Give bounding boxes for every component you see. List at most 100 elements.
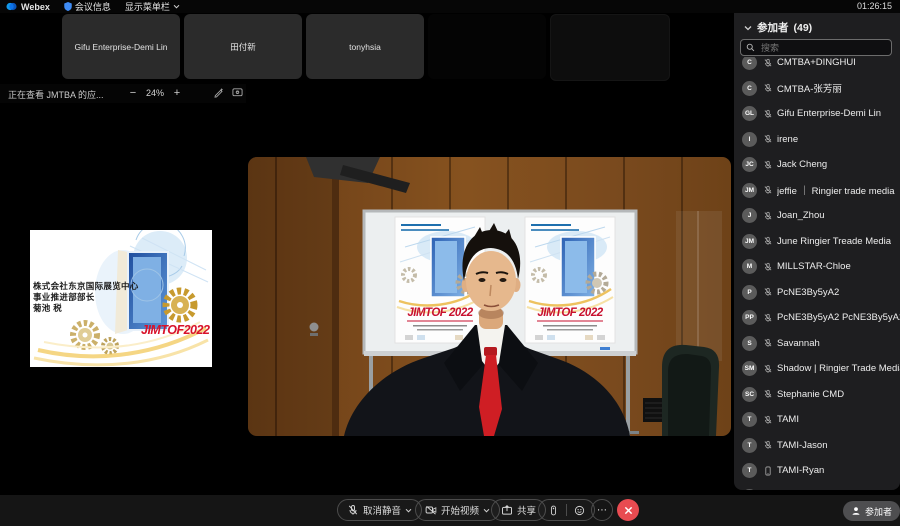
participant-avatar: JM <box>742 234 757 249</box>
participant-name: TAMI-Ryan <box>777 465 824 476</box>
mic-muted-icon <box>763 211 773 221</box>
participant-row[interactable]: J Joan_Zhou <box>734 203 900 229</box>
reactions-icon[interactable] <box>574 505 585 516</box>
participant-row[interactable] <box>734 484 900 491</box>
participant-name: jeffie ｜ Ringier trade media <box>777 183 895 197</box>
zoom-level: 24% <box>146 88 164 98</box>
webex-logo-icon <box>6 1 17 12</box>
more-options-button[interactable]: ⋯ <box>591 499 613 521</box>
participant-thumbnail[interactable]: tonyhsia <box>306 14 424 79</box>
participant-name: CMTBA+DINGHUI <box>777 57 856 68</box>
unmute-label: 取消静音 <box>363 503 401 517</box>
participant-name: Shadow | Ringier Trade Media <box>777 363 900 374</box>
participants-list-viewport[interactable]: C CMTBA+DINGHUI C <box>734 57 900 490</box>
share-label: 共享 <box>517 503 536 517</box>
participant-row[interactable]: C CMTBA+DINGHUI <box>734 57 900 76</box>
divider <box>566 504 567 516</box>
participant-name: CMTBA-张芳丽 <box>777 81 842 95</box>
participant-thumbnail[interactable]: Gifu Enterprise-Demi Lin <box>62 14 180 79</box>
extra-controls-group <box>538 499 595 521</box>
participant-thumbnail[interactable] <box>428 14 546 79</box>
mic-muted-icon <box>347 504 359 516</box>
participants-toggle-label: 参加者 <box>865 505 892 518</box>
participant-name: Gifu Enterprise-Demi Lin <box>777 108 881 119</box>
participant-name: PcNE3By5yA2 PcNE3By5yA2 <box>777 312 900 323</box>
leave-meeting-button[interactable] <box>617 499 639 521</box>
annotate-icon[interactable] <box>213 87 224 98</box>
display-options-icon[interactable] <box>232 87 243 98</box>
participant-avatar: I <box>742 132 757 147</box>
participant-name: Savannah <box>777 338 820 349</box>
participant-row[interactable]: I irene <box>734 127 900 153</box>
participant-avatar: J <box>742 208 757 223</box>
participants-title: 参加者 <box>757 20 789 35</box>
participant-name: TAMI <box>777 414 799 425</box>
participant-avatar: C <box>742 57 757 70</box>
show-menubar-button[interactable]: 显示菜单栏 <box>125 0 180 13</box>
participants-count: (49) <box>794 22 813 34</box>
chevron-down-icon <box>173 4 180 9</box>
share-screen-icon <box>501 504 513 516</box>
unmute-button[interactable]: 取消静音 <box>337 499 422 521</box>
mic-muted-icon <box>763 185 773 195</box>
participant-row[interactable]: T TAMI-Jason <box>734 433 900 459</box>
participant-row[interactable]: S Savannah <box>734 331 900 357</box>
chevron-down-icon[interactable] <box>483 508 490 513</box>
mic-muted-icon <box>763 364 773 374</box>
start-video-button[interactable]: 开始视频 <box>415 499 500 521</box>
speaker-video-frame: JIMTOF 2022 <box>248 157 731 436</box>
participant-row[interactable]: SC Stephanie CMD <box>734 382 900 408</box>
slide-text-line3: 菊池 税 <box>33 302 62 314</box>
participant-row[interactable]: JM June Ringier Treade Media <box>734 229 900 255</box>
viewing-label: 正在查看 JMTBA 的应... <box>8 88 104 101</box>
participant-row[interactable]: M MILLSTAR-Chloe <box>734 254 900 280</box>
participant-avatar: P <box>742 285 757 300</box>
zoom-out-button[interactable]: − <box>126 86 140 100</box>
titlebar: Webex 会议信息 显示菜单栏 01:26:15 <box>0 0 900 13</box>
share-view-toolbar: 正在查看 JMTBA 的应... − 24% + <box>0 84 246 103</box>
person-icon <box>851 506 861 516</box>
participants-toggle-button[interactable]: 参加者 <box>843 501 900 521</box>
meeting-info-label: 会议信息 <box>75 0 111 13</box>
participant-row[interactable]: SM Shadow | Ringier Trade Media <box>734 356 900 382</box>
participants-search[interactable] <box>740 39 892 56</box>
participants-header[interactable]: 参加者 (49) <box>744 20 812 35</box>
participant-name: June Ringier Treade Media <box>777 236 891 247</box>
participant-name: Jack Cheng <box>777 159 827 170</box>
search-icon <box>746 43 755 52</box>
participant-name: PcNE3By5yA2 <box>777 287 839 298</box>
participant-row[interactable]: PP PcNE3By5yA2 PcNE3By5yA2 <box>734 305 900 331</box>
close-icon <box>624 506 633 515</box>
phone-icon <box>763 466 773 476</box>
participant-avatar: JM <box>742 183 757 198</box>
app-name: Webex <box>21 2 50 12</box>
chevron-down-icon[interactable] <box>405 508 412 513</box>
participant-row[interactable]: T TAMI <box>734 407 900 433</box>
start-video-label: 开始视频 <box>441 503 479 517</box>
participant-avatar: PP <box>742 310 757 325</box>
mic-muted-icon <box>763 389 773 399</box>
participant-row[interactable]: GL Gifu Enterprise-Demi Lin <box>734 101 900 127</box>
recorder-icon[interactable] <box>548 505 559 516</box>
participant-thumbnail[interactable] <box>550 14 670 81</box>
participant-row[interactable]: JM jeffie ｜ Ringier trade media <box>734 178 900 204</box>
participant-thumbnail[interactable]: 田付新 <box>184 14 302 79</box>
participant-row[interactable]: P PcNE3By5yA2 <box>734 280 900 306</box>
mic-muted-icon <box>763 58 773 68</box>
main-stage: JIMTOF 2022 <box>246 104 734 495</box>
participant-row[interactable]: JC Jack Cheng <box>734 152 900 178</box>
meeting-info-button[interactable]: 会议信息 <box>64 0 111 13</box>
collapse-chevron-icon[interactable] <box>744 25 752 31</box>
meeting-clock: 01:26:15 <box>857 1 892 11</box>
camera-off-icon <box>425 504 437 516</box>
active-speaker-video[interactable]: JIMTOF 2022 <box>248 157 731 436</box>
zoom-in-button[interactable]: + <box>170 86 184 100</box>
mic-muted-icon <box>763 313 773 323</box>
participant-row[interactable]: T TAMI-Ryan <box>734 458 900 484</box>
video-thumbnail-strip: Gifu Enterprise-Demi Lin 田付新 tonyhsia <box>62 14 670 81</box>
poster-brand-text: JIMTOF 2022 <box>537 307 603 319</box>
mic-muted-icon <box>763 109 773 119</box>
mic-muted-icon <box>763 415 773 425</box>
participant-row[interactable]: C CMTBA-张芳丽 <box>734 76 900 102</box>
participants-search-input[interactable] <box>759 42 886 54</box>
